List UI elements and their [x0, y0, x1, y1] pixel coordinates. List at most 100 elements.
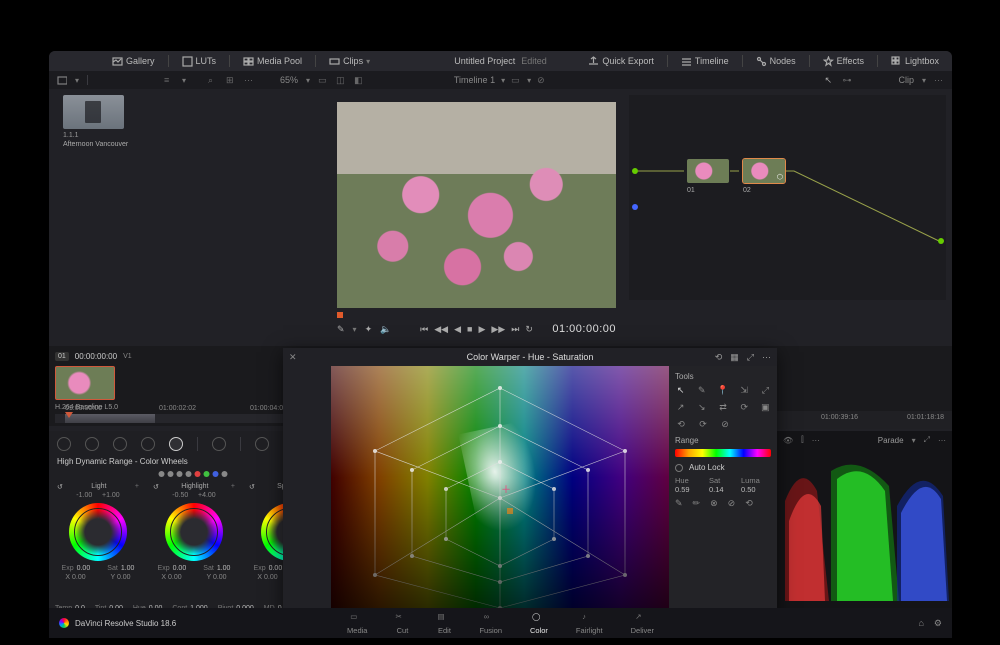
camera-raw-icon[interactable]	[57, 437, 71, 451]
scope-mode[interactable]: Parade	[878, 436, 904, 445]
prev-clip-button[interactable]: ⏮	[420, 324, 428, 335]
node-more-icon[interactable]: ⋯	[934, 75, 944, 85]
warper-expand-icon[interactable]: ⤢	[747, 352, 754, 363]
highlight-icon[interactable]: ◧	[354, 75, 364, 85]
scope-histogram-icon[interactable]: ⫿	[801, 435, 804, 445]
scope-more-icon[interactable]: ⋯	[812, 436, 820, 445]
smooth-alt-icon[interactable]: ✏	[693, 498, 701, 509]
hue-range-bar[interactable]	[675, 449, 771, 457]
warper-icon[interactable]	[255, 437, 269, 451]
play-reverse-button[interactable]: ◀	[454, 324, 461, 335]
luma-lock-icon[interactable]: ⊘	[728, 498, 736, 509]
list-icon[interactable]: ≡	[164, 75, 174, 85]
convert-sel-icon[interactable]: ⟳	[739, 402, 750, 413]
expand-tool-icon[interactable]: ⤢	[760, 385, 771, 396]
scope-settings-icon[interactable]: ⋯	[938, 436, 946, 445]
node-2[interactable]: 02 ⬡	[743, 159, 785, 183]
color-wheel-light[interactable]: ↺Light+ -1.00 +1.00 Exp0.00 Sat1.00 X 0.…	[53, 483, 143, 581]
pin-tool-icon[interactable]: 📍	[717, 385, 728, 396]
current-clip-thumb[interactable]	[55, 366, 115, 400]
grid-icon[interactable]: ⊞	[226, 75, 236, 85]
search-icon[interactable]: ⌕	[208, 75, 218, 85]
mute-icon[interactable]: 🔈	[380, 324, 391, 335]
viewer-timecode[interactable]: 01:00:00:00	[552, 323, 616, 335]
home-icon[interactable]: ⌂	[918, 618, 923, 629]
page-tab-media[interactable]: ▭Media	[347, 612, 367, 635]
page-tab-color[interactable]: ◯Color	[530, 612, 548, 635]
chroma-lock-icon[interactable]: ⊗	[710, 498, 718, 509]
draw-tool-icon[interactable]: ✎	[696, 385, 707, 396]
warper-reset-icon[interactable]: ⟲	[715, 352, 723, 363]
next-clip-button[interactable]: ⏭	[511, 324, 519, 335]
scope-expand-icon[interactable]: ⤢	[924, 435, 930, 445]
warper-spectrum[interactable]: ＋	[331, 366, 669, 614]
viewer[interactable]	[337, 102, 616, 308]
select-all-icon[interactable]: ▣	[760, 402, 771, 413]
curves-icon[interactable]	[212, 437, 226, 451]
smooth-tool-icon[interactable]: ✎	[675, 498, 683, 509]
monitor-icon[interactable]: ▭	[511, 75, 521, 85]
clip-mode[interactable]: Clip	[898, 75, 914, 85]
hdr-icon[interactable]	[141, 437, 155, 451]
nodes-tab[interactable]: Nodes	[751, 54, 801, 69]
warper-picker-marker[interactable]: ＋	[501, 481, 511, 496]
stop-button[interactable]: ■	[467, 324, 472, 335]
openfx-icon[interactable]: ✦	[365, 324, 373, 335]
page-tab-cut[interactable]: ✂Cut	[395, 612, 409, 635]
page-tab-fairlight[interactable]: ♪Fairlight	[576, 612, 603, 635]
page-tab-deliver[interactable]: ↗Deliver	[631, 612, 654, 635]
zone-dots[interactable]	[159, 471, 228, 477]
scope-toggle-icon[interactable]: 👁	[783, 436, 793, 445]
zoom-value[interactable]: 65%	[280, 75, 298, 85]
pointer-icon[interactable]: ↖	[824, 75, 834, 85]
quick-export-button[interactable]: Quick Export	[583, 54, 659, 69]
settings-icon[interactable]: ⚙	[934, 618, 942, 629]
step-fwd-button[interactable]: ▶▶	[491, 324, 505, 335]
hue-value[interactable]: 0.59	[675, 485, 690, 494]
timeline-tab[interactable]: Timeline	[676, 54, 734, 69]
gallery-tab[interactable]: Gallery	[107, 54, 160, 69]
decrease-sel-icon[interactable]: ↘	[696, 402, 707, 413]
color-wheel-highlight[interactable]: ↺Highlight+ -0.50 +4.00 Exp0.00 Sat1.00 …	[149, 483, 239, 581]
mini-playhead[interactable]	[65, 412, 73, 418]
close-icon[interactable]: ✕	[289, 352, 297, 363]
playhead-marker[interactable]	[337, 312, 343, 318]
sat-value[interactable]: 0.14	[709, 485, 724, 494]
reset-row-icon[interactable]: ⟲	[675, 419, 687, 430]
step-back-button[interactable]: ◀◀	[434, 324, 448, 335]
effects-tab[interactable]: Effects	[818, 54, 869, 69]
split-icon[interactable]: ◫	[336, 75, 346, 85]
luts-tab[interactable]: LUTs	[177, 54, 222, 69]
gallery-thumb[interactable]	[63, 95, 124, 129]
increase-sel-icon[interactable]: ↗	[675, 402, 686, 413]
node-1[interactable]: 01	[687, 159, 729, 183]
more-icon[interactable]: ⋯	[244, 75, 254, 85]
bypass-icon[interactable]: ⊘	[537, 75, 547, 85]
warper-more-icon[interactable]: ⋯	[762, 352, 771, 363]
play-button[interactable]: ▶	[478, 324, 485, 335]
page-tab-fusion[interactable]: ∞Fusion	[479, 612, 502, 635]
warper-grid-icon[interactable]: ▦	[730, 352, 739, 363]
color-wheels-icon[interactable]	[169, 437, 183, 451]
qualifier-icon[interactable]: ✎	[337, 324, 345, 335]
loop-button[interactable]: ↻	[525, 324, 533, 335]
pull-tool-icon[interactable]: ⇲	[739, 385, 750, 396]
still-icon[interactable]	[57, 75, 67, 85]
luma-value[interactable]: 0.50	[741, 485, 756, 494]
reset-all-icon[interactable]: ⊘	[719, 419, 731, 430]
clips-tab[interactable]: Clips▾	[324, 54, 375, 69]
select-tool-icon[interactable]: ↖	[675, 385, 686, 396]
primaries-icon[interactable]	[113, 437, 127, 451]
autolock-radio[interactable]	[675, 464, 683, 472]
lightbox-tab[interactable]: Lightbox	[886, 54, 944, 69]
mediapool-tab[interactable]: Media Pool	[238, 54, 307, 69]
nodes-tool-icon[interactable]: ⊶	[842, 75, 852, 85]
invert-sel-icon[interactable]: ⇄	[717, 402, 728, 413]
color-checker-icon[interactable]	[85, 437, 99, 451]
node-graph[interactable]: 01 02 ⬡	[629, 95, 946, 300]
reset-tools-icon[interactable]: ⟲	[745, 498, 753, 509]
wipe-icon[interactable]: ▭	[318, 75, 328, 85]
reset-col-icon[interactable]: ⟳	[697, 419, 709, 430]
page-tab-edit[interactable]: ▤Edit	[437, 612, 451, 635]
timeline-name[interactable]: Timeline 1	[454, 75, 495, 85]
